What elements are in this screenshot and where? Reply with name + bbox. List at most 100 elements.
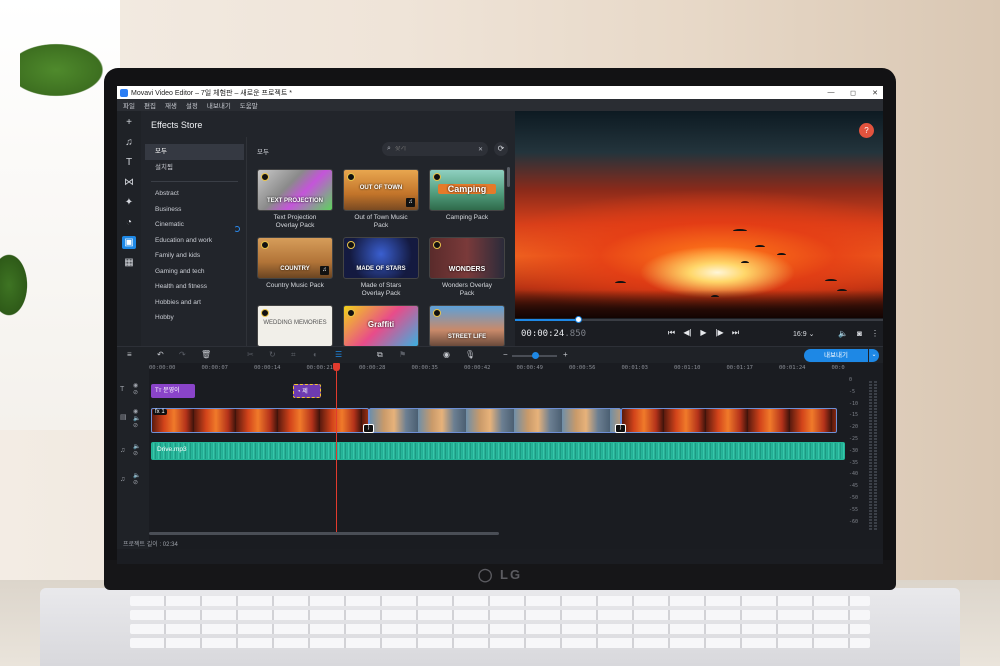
video-clip[interactable]: [621, 408, 837, 433]
premium-crown-icon: [433, 241, 441, 249]
close-icon[interactable]: ✕: [478, 146, 483, 153]
category-item[interactable]: Gaming and tech: [145, 264, 244, 280]
category-item[interactable]: Hobbies and art: [145, 295, 244, 311]
next-frame-button[interactable]: |▶: [715, 328, 724, 338]
menu-playback[interactable]: 재생: [165, 100, 177, 110]
time-ruler[interactable]: 00:00:00 00:00:07 00:00:14 00:00:21 00:00:28…: [149, 363, 845, 375]
close-button[interactable]: ✕: [871, 89, 879, 97]
menu-export[interactable]: 내보내기: [207, 100, 231, 110]
zoom-handle[interactable]: [531, 352, 539, 359]
thumbnail-text: WEDDING MEMORIES: [263, 320, 327, 326]
effect-thumbnail: TEXT PROJECTION: [257, 169, 333, 211]
plus-icon[interactable]: +: [122, 116, 136, 129]
music-note-icon[interactable]: ♫: [122, 136, 136, 149]
refresh-button[interactable]: ⟳: [494, 142, 508, 156]
menu-help[interactable]: 도움말: [240, 100, 258, 110]
menu-edit[interactable]: 편집: [144, 100, 156, 110]
sticker-clip[interactable]: ◔ 제: [293, 384, 321, 398]
progress-handle[interactable]: [574, 316, 582, 323]
category-item[interactable]: Health and fitness: [145, 279, 244, 295]
search-input[interactable]: [394, 146, 474, 152]
transition-icon[interactable]: ⟩: [363, 424, 374, 433]
effect-card[interactable]: OUT OF TOWN ♫ Out of Town Music Pack: [343, 169, 419, 230]
visibility-icon[interactable]: ◉ 🔈 ⊘: [133, 409, 140, 430]
premium-crown-icon: [347, 173, 355, 181]
transition-icon[interactable]: ⟩: [615, 424, 626, 433]
effect-card[interactable]: COUNTRY ♫ Country Music Pack: [257, 237, 333, 290]
category-item[interactable]: Business: [145, 202, 244, 218]
zoom-in-icon[interactable]: +: [563, 350, 568, 359]
video-clip[interactable]: [369, 408, 621, 433]
fx-badge: fx 1: [153, 409, 167, 415]
redo-icon[interactable]: ↷: [179, 350, 186, 359]
store-icon[interactable]: ▣: [122, 236, 136, 249]
timeline-toolbar: ≡ ↶ ↷ 🗑 ✂ ↻ ⌗ ◐ ☰ ⧉ ⚑ ◉ 🎙 − + 내보내기 ⌄: [117, 346, 883, 363]
category-item[interactable]: Education and work: [145, 233, 244, 249]
ruler-tick-label: 00:00:07: [201, 365, 229, 371]
tab-all[interactable]: 모두: [145, 144, 244, 160]
volume-icon[interactable]: 🔈 ⊘: [133, 444, 140, 458]
export-button[interactable]: 내보내기: [804, 349, 868, 362]
magic-wand-icon[interactable]: ✦: [122, 196, 136, 209]
effect-thumbnail: MADE OF STARS: [343, 237, 419, 279]
effect-card[interactable]: TEXT PROJECTION Text Projection Overlay …: [257, 169, 333, 230]
horizontal-scrollbar[interactable]: [149, 532, 499, 535]
cut-icon[interactable]: ✂: [247, 350, 254, 359]
rotate-icon[interactable]: ↻: [269, 350, 276, 359]
crop-icon[interactable]: ⌗: [291, 350, 296, 360]
volume-icon[interactable]: 🔈: [838, 329, 848, 338]
export-dropdown-button[interactable]: ⌄: [869, 349, 879, 362]
record-icon[interactable]: ◉: [443, 350, 450, 359]
undo-icon[interactable]: ↶: [157, 350, 164, 359]
skip-start-button[interactable]: ⏮: [667, 328, 676, 338]
effect-card[interactable]: STREET LIFE: [429, 305, 505, 347]
play-button[interactable]: ▶: [699, 328, 708, 338]
microphone-icon[interactable]: 🎙: [465, 350, 475, 359]
menu-file[interactable]: 파일: [123, 100, 135, 110]
effect-card[interactable]: WEDDING MEMORIES: [257, 305, 333, 347]
more-icon[interactable]: ⋮: [871, 329, 879, 338]
properties-icon[interactable]: ☰: [335, 350, 342, 359]
track-headers: T ◉ ⊘ ▤ ◉ 🔈 ⊘ ♫ 🔈 ⊘ ♫ 🔈 ⊘: [117, 363, 149, 549]
overlay-icon[interactable]: ⧉: [377, 350, 383, 360]
audio-clip[interactable]: Drive.mp3: [151, 442, 845, 460]
transition-icon[interactable]: ⋈: [122, 176, 136, 189]
playhead[interactable]: [336, 365, 337, 535]
prev-frame-button[interactable]: ◀|: [683, 328, 692, 338]
effect-card[interactable]: Graffiti: [343, 305, 419, 347]
category-item[interactable]: Hobby: [145, 310, 244, 326]
effect-card[interactable]: WONDERS Wonders Overlay Pack: [429, 237, 505, 298]
clock-icon[interactable]: ◔: [122, 216, 136, 229]
meter-bar: [869, 381, 872, 531]
minimize-button[interactable]: —: [827, 89, 835, 96]
title-clip[interactable]: Tт 문영이: [151, 384, 195, 398]
zoom-slider[interactable]: [512, 352, 557, 359]
skip-end-button[interactable]: ⏭: [731, 328, 740, 338]
effect-card[interactable]: Camping Camping Pack: [429, 169, 505, 222]
text-icon[interactable]: T: [122, 156, 136, 169]
help-button[interactable]: ?: [859, 123, 874, 138]
category-item[interactable]: Family and kids: [145, 248, 244, 264]
tab-installed[interactable]: 설치됨: [145, 160, 244, 176]
camera-icon[interactable]: ◙: [857, 329, 862, 338]
effect-card[interactable]: MADE OF STARS Made of Stars Overlay Pack: [343, 237, 419, 298]
visibility-icon[interactable]: ◉ ⊘: [133, 383, 138, 397]
color-icon[interactable]: ◐: [313, 350, 318, 359]
zoom-out-icon[interactable]: −: [503, 350, 508, 359]
thumbnail-text: WONDERS: [448, 266, 486, 273]
menu-settings[interactable]: 설정: [186, 100, 198, 110]
track-menu-icon[interactable]: ≡: [127, 350, 132, 359]
preview-progress[interactable]: [515, 316, 883, 323]
category-item[interactable]: Cinematic: [145, 217, 244, 233]
thumbnail-text: MADE OF STARS: [356, 266, 406, 272]
effect-card-label: Camping Pack: [445, 214, 489, 221]
trash-icon[interactable]: 🗑: [201, 350, 211, 359]
search-box[interactable]: ⌕ ✕: [382, 142, 488, 156]
category-item[interactable]: Abstract: [145, 186, 244, 202]
volume-icon[interactable]: 🔈 ⊘: [133, 473, 140, 487]
apps-icon[interactable]: ▦: [122, 256, 136, 269]
maximize-button[interactable]: ◻: [849, 89, 857, 97]
flag-icon[interactable]: ⚑: [399, 350, 406, 359]
scrollbar[interactable]: [507, 167, 510, 187]
aspect-ratio-select[interactable]: 16:9 ⌄: [793, 330, 814, 338]
